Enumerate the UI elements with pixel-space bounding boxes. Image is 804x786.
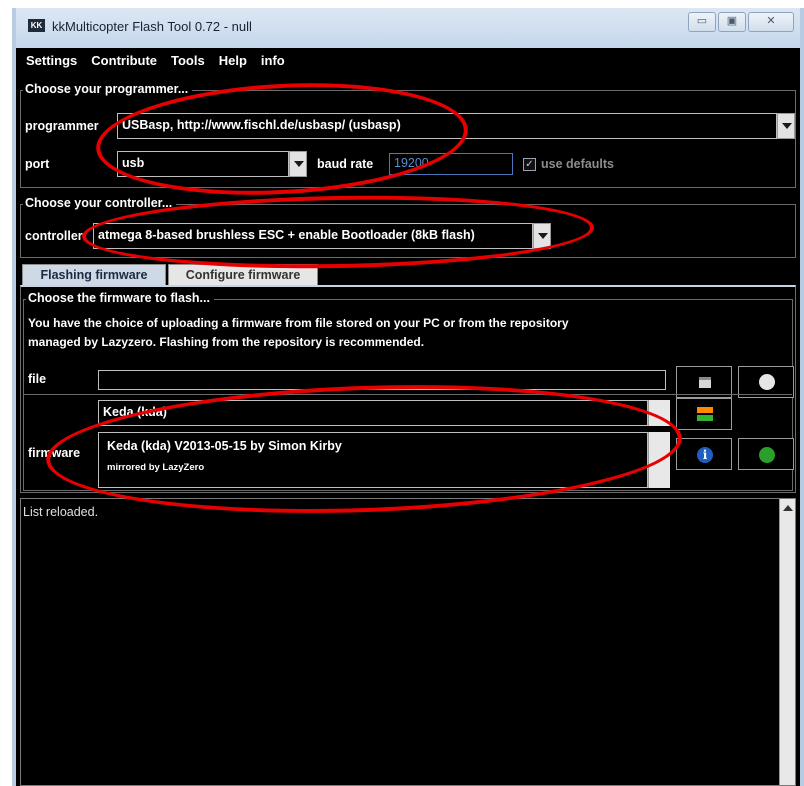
firmware-info-button[interactable]: i (676, 438, 732, 470)
log-output[interactable]: List reloaded. (20, 498, 796, 786)
programmer-select[interactable]: USBasp, http://www.fischl.de/usbasp/ (us… (117, 113, 777, 139)
log-scrollbar[interactable] (779, 499, 795, 785)
port-dropdown-button[interactable] (289, 151, 307, 177)
menu-help[interactable]: Help (217, 53, 249, 68)
controller-dropdown-button[interactable] (533, 223, 551, 249)
refresh-arrows-icon (697, 407, 713, 421)
info-icon: i (697, 447, 713, 463)
tab-configure-firmware[interactable]: Configure firmware (168, 264, 318, 286)
maximize-button[interactable]: ▣ (718, 12, 746, 32)
menu-info[interactable]: info (259, 53, 287, 68)
flash-go-icon (759, 447, 775, 463)
controller-select[interactable]: atmega 8-based brushless ESC + enable Bo… (93, 223, 533, 249)
port-label: port (25, 157, 50, 171)
minimize-button[interactable]: ▭ (688, 12, 716, 32)
firmware-group: Choose the firmware to flash... You have… (23, 291, 794, 491)
file-label: file (28, 372, 47, 386)
programmer-group-title: Choose your programmer... (23, 82, 193, 96)
firmware-label: firmware (28, 446, 81, 460)
firmware-group-title: Choose the firmware to flash... (26, 291, 214, 305)
scroll-up-icon[interactable] (783, 505, 793, 511)
firmware-version-text[interactable]: Keda (kda) V2013-05-15 by Simon Kirby (103, 439, 647, 453)
app-window: KK kkMulticopter Flash Tool 0.72 - null … (12, 8, 804, 786)
app-logo-icon: KK (28, 19, 45, 32)
close-button[interactable]: ✕ (748, 12, 794, 32)
baud-rate-input[interactable]: 19200 (389, 153, 513, 175)
menu-contribute[interactable]: Contribute (89, 53, 159, 68)
controller-group: Choose your controller... controller atm… (20, 196, 796, 258)
menu-bar: Settings Contribute Tools Help info (16, 48, 800, 72)
refresh-button[interactable] (676, 398, 732, 430)
menu-tools[interactable]: Tools (169, 53, 207, 68)
window-controls: ▭ ▣ ✕ (688, 12, 794, 32)
use-defaults-checkbox[interactable]: ✓ (523, 158, 536, 171)
window-title: kkMulticopter Flash Tool 0.72 - null (52, 19, 252, 34)
programmer-dropdown-button[interactable] (777, 113, 795, 139)
programmer-group: Choose your programmer... programmer USB… (20, 82, 796, 188)
firmware-mirror-text: mirrored by LazyZero (107, 462, 205, 473)
floppy-icon (699, 377, 711, 388)
firmware-divider (24, 394, 792, 395)
tab-panel-flashing: Choose the firmware to flash... You have… (20, 285, 796, 493)
firmware-family-select[interactable]: Keda (kda) (98, 400, 648, 426)
file-path-input[interactable] (98, 370, 666, 390)
firmware-description-line2: managed by Lazyzero. Flashing from the r… (28, 335, 425, 349)
title-bar[interactable]: KK kkMulticopter Flash Tool 0.72 - null … (16, 8, 800, 48)
log-text: List reloaded. (23, 505, 99, 519)
circle-icon (759, 374, 775, 390)
controller-group-title: Choose your controller... (23, 196, 177, 210)
programmer-label: programmer (25, 119, 99, 133)
firmware-description-line1: You have the choice of uploading a firmw… (28, 316, 569, 330)
firmware-family-scrollbar[interactable] (648, 400, 670, 426)
controller-label: controller (25, 229, 83, 243)
use-defaults-label: use defaults (541, 157, 614, 171)
tab-flashing-firmware[interactable]: Flashing firmware (22, 264, 166, 286)
baud-rate-label: baud rate (317, 157, 374, 171)
menu-settings[interactable]: Settings (24, 53, 79, 68)
firmware-version-list[interactable]: Keda (kda) V2013-05-15 by Simon Kirby mi… (98, 432, 648, 488)
firmware-version-scrollbar[interactable] (648, 432, 670, 488)
port-select[interactable]: usb (117, 151, 289, 177)
flash-button[interactable] (738, 438, 794, 470)
